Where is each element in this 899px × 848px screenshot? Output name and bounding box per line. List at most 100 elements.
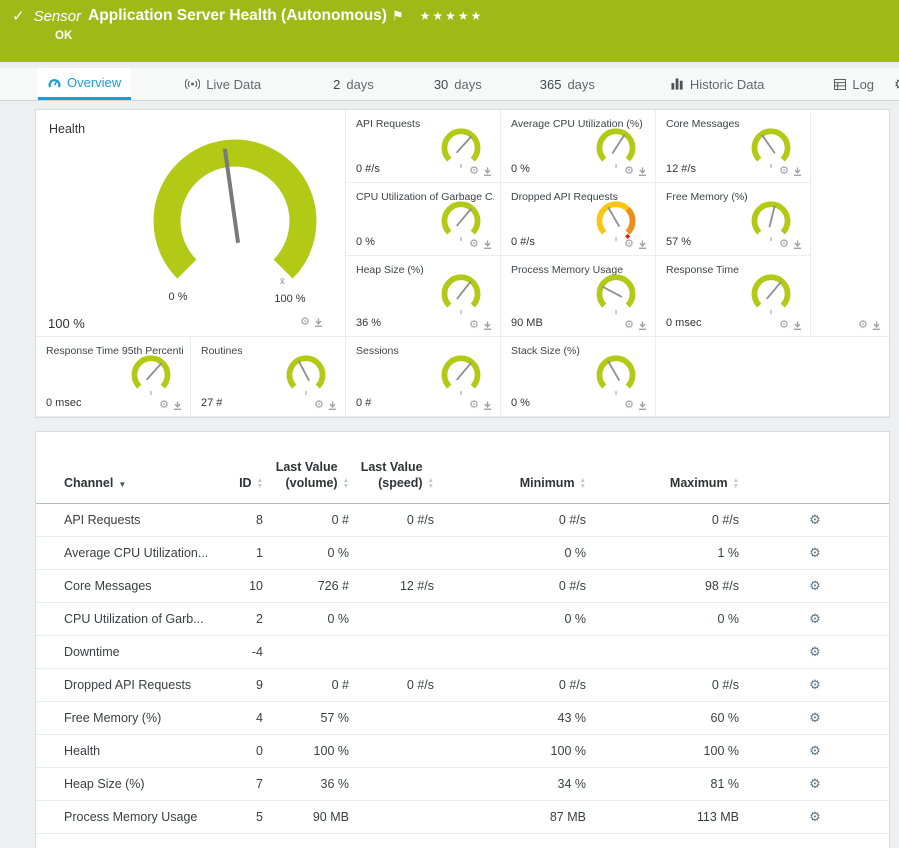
download-icon[interactable] bbox=[483, 401, 492, 410]
download-icon[interactable] bbox=[638, 401, 647, 410]
gauge-value: 0 msec bbox=[666, 317, 701, 329]
sort-icons[interactable]: ▲▼ bbox=[428, 478, 434, 491]
download-icon[interactable] bbox=[638, 167, 647, 176]
gauge-max-label: 100 % bbox=[274, 293, 305, 305]
channel-settings-gear-icon[interactable]: ⚙ bbox=[809, 512, 821, 527]
gauge-dial bbox=[590, 196, 642, 244]
channel-id: 9 bbox=[216, 669, 263, 702]
sort-icons[interactable]: ▲▼ bbox=[257, 478, 263, 491]
gauge-actions: ⚙ bbox=[858, 320, 881, 331]
gauge-actions: ⚙ bbox=[469, 400, 492, 411]
gauge-dial bbox=[280, 350, 332, 398]
column-header-channel[interactable]: Channel▼ bbox=[36, 432, 216, 504]
download-icon[interactable] bbox=[328, 401, 337, 410]
gauge-actions: ⚙ bbox=[624, 239, 647, 250]
gear-icon[interactable]: ⚙ bbox=[469, 400, 479, 411]
column-header-last-value[interactable]: Last Value(volume) ▲▼ bbox=[263, 432, 349, 504]
download-icon[interactable] bbox=[638, 321, 647, 330]
download-icon[interactable] bbox=[872, 321, 881, 330]
column-header-id[interactable]: ID▲▼ bbox=[216, 432, 263, 504]
channel-maximum: 0 #/s bbox=[586, 669, 739, 702]
tab-log[interactable]: Log bbox=[824, 68, 884, 100]
gear-icon[interactable]: ⚙ bbox=[624, 166, 634, 177]
gauge-min-label: 0 % bbox=[169, 291, 188, 303]
download-icon[interactable] bbox=[483, 240, 492, 249]
channel-last-value-volume: 0 % bbox=[263, 603, 349, 636]
health-gauge-tile: Health x̄0 %100 % 100 % ⚙ bbox=[36, 110, 346, 337]
gear-icon[interactable]: ⚙ bbox=[624, 239, 634, 250]
tab-live-data[interactable]: Live Data bbox=[175, 68, 271, 100]
gear-icon[interactable]: ⚙ bbox=[300, 317, 310, 328]
channel-minimum: 87 MB bbox=[434, 801, 586, 834]
gear-icon[interactable]: ⚙ bbox=[159, 400, 169, 411]
channel-last-value-speed: 12 #/s bbox=[349, 570, 434, 603]
tab-30-days[interactable]: 30days bbox=[424, 68, 492, 100]
channel-settings-gear-icon[interactable]: ⚙ bbox=[809, 677, 821, 692]
gear-icon[interactable]: ⚙ bbox=[858, 320, 868, 331]
empty-gauge-tile bbox=[656, 337, 889, 417]
channels-table: Channel▼ID▲▼Last Value(volume)▲▼Last Val… bbox=[36, 432, 890, 834]
gear-icon: ⚙ bbox=[894, 77, 899, 91]
gear-icon[interactable]: ⚙ bbox=[469, 239, 479, 250]
gear-icon[interactable]: ⚙ bbox=[469, 320, 479, 331]
download-icon[interactable] bbox=[793, 240, 802, 249]
sort-icons[interactable]: ▲▼ bbox=[580, 478, 586, 491]
channel-name: Downtime bbox=[36, 636, 216, 669]
gear-icon[interactable]: ⚙ bbox=[624, 320, 634, 331]
tab-label: Historic Data bbox=[690, 77, 764, 92]
channel-id: 5 bbox=[216, 801, 263, 834]
column-header-maximum[interactable]: Maximum▲▼ bbox=[586, 432, 739, 504]
channel-settings-gear-icon[interactable]: ⚙ bbox=[809, 611, 821, 626]
gauge-title: Health bbox=[49, 122, 85, 136]
download-icon[interactable] bbox=[483, 321, 492, 330]
channel-settings-gear-icon[interactable]: ⚙ bbox=[809, 578, 821, 593]
channel-settings-gear-icon[interactable]: ⚙ bbox=[809, 644, 821, 659]
download-icon[interactable] bbox=[314, 318, 323, 327]
channel-minimum: 34 % bbox=[434, 768, 586, 801]
sort-icons[interactable]: ▲▼ bbox=[733, 478, 739, 491]
column-header-last-value[interactable]: Last Value(speed)▲▼ bbox=[349, 432, 434, 504]
channel-settings-gear-icon[interactable]: ⚙ bbox=[809, 743, 821, 758]
gear-icon[interactable]: ⚙ bbox=[624, 400, 634, 411]
channel-last-value-speed: 0 #/s bbox=[349, 504, 434, 537]
tab-2-days[interactable]: 2days bbox=[323, 68, 384, 100]
tab-historic-data[interactable]: Historic Data bbox=[661, 68, 774, 100]
download-icon[interactable] bbox=[638, 240, 647, 249]
column-header-minimum[interactable]: Minimum▲▼ bbox=[434, 432, 586, 504]
gauge-dial bbox=[435, 350, 487, 398]
column-label: Last Value(volume) bbox=[276, 460, 338, 491]
table-row: Core Messages10726 #12 #/s0 #/s98 #/s⚙ bbox=[36, 570, 890, 603]
gauge-dial bbox=[435, 123, 487, 171]
priority-stars[interactable]: ★★★★★ bbox=[420, 9, 484, 23]
gear-icon[interactable]: ⚙ bbox=[469, 166, 479, 177]
gauge-tile: Process Memory Usage90 MB⚙ bbox=[501, 256, 656, 337]
tab-365-days[interactable]: 365days bbox=[530, 68, 605, 100]
tab-settings[interactable]: ⚙Settings bbox=[884, 68, 899, 100]
download-icon[interactable] bbox=[793, 321, 802, 330]
flag-icon[interactable]: ⚑ bbox=[392, 8, 404, 24]
download-icon[interactable] bbox=[793, 167, 802, 176]
channel-settings-gear-icon[interactable]: ⚙ bbox=[809, 710, 821, 725]
channel-settings-gear-icon[interactable]: ⚙ bbox=[809, 809, 821, 824]
sensor-status: OK bbox=[55, 30, 887, 42]
sort-icons[interactable]: ▲▼ bbox=[343, 478, 349, 491]
gauge-value: 100 % bbox=[48, 316, 85, 331]
download-icon[interactable] bbox=[483, 167, 492, 176]
live-icon bbox=[185, 78, 200, 90]
channel-id: 7 bbox=[216, 768, 263, 801]
channel-settings-gear-icon[interactable]: ⚙ bbox=[809, 545, 821, 560]
gear-icon[interactable]: ⚙ bbox=[779, 320, 789, 331]
gauges-panel: Health x̄0 %100 % 100 % ⚙ ⚙ API Requests… bbox=[35, 109, 890, 418]
gear-icon[interactable]: ⚙ bbox=[314, 400, 324, 411]
channel-name: Dropped API Requests bbox=[36, 669, 216, 702]
gauge-value: 0 # bbox=[356, 397, 371, 409]
gear-icon[interactable]: ⚙ bbox=[779, 166, 789, 177]
tab-label: Overview bbox=[67, 75, 121, 90]
channel-minimum: 0 #/s bbox=[434, 669, 586, 702]
download-icon[interactable] bbox=[173, 401, 182, 410]
sort-caret-icon[interactable]: ▼ bbox=[118, 480, 126, 491]
channel-settings-gear-icon[interactable]: ⚙ bbox=[809, 776, 821, 791]
gear-icon[interactable]: ⚙ bbox=[779, 239, 789, 250]
tab-overview[interactable]: Overview bbox=[38, 68, 131, 100]
gauge-dial bbox=[125, 350, 177, 398]
